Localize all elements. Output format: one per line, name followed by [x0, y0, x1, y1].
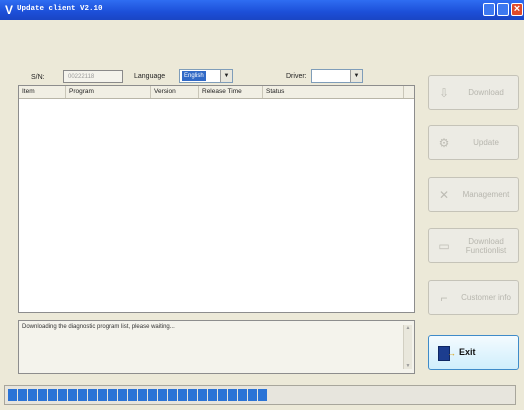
customer-info-button[interactable]: ⌐ Customer info: [428, 280, 519, 315]
column-program[interactable]: Program: [66, 86, 151, 98]
progress-block: [18, 389, 27, 401]
minimize-button[interactable]: [483, 3, 495, 16]
progress-block: [258, 389, 267, 401]
column-item[interactable]: Item: [19, 86, 66, 98]
progress-block: [228, 389, 237, 401]
driver-label: Driver:: [286, 73, 307, 80]
progress-block: [198, 389, 207, 401]
exit-label: Exit: [459, 347, 476, 357]
maximize-button[interactable]: [497, 3, 509, 16]
update-button[interactable]: ⚙ Update: [428, 125, 519, 160]
download-button[interactable]: ⇩ Download: [428, 75, 519, 110]
progress-block: [248, 389, 257, 401]
log-panel: Downloading the diagnostic program list,…: [18, 320, 415, 374]
log-message: Downloading the diagnostic program list,…: [22, 324, 175, 330]
management-button[interactable]: ✕ Management: [428, 177, 519, 212]
progress-block: [8, 389, 17, 401]
progress-block: [148, 389, 157, 401]
progress-block: [58, 389, 67, 401]
progress-block: [108, 389, 117, 401]
progress-block: [98, 389, 107, 401]
program-list[interactable]: Item Program Version Release Time Status: [18, 85, 415, 313]
progress-block: [118, 389, 127, 401]
update-gear-icon: ⚙: [438, 136, 450, 150]
download-label: Download: [468, 88, 504, 97]
function-list-icon: ▭: [438, 239, 450, 253]
chevron-down-icon[interactable]: ▼: [350, 70, 362, 82]
sn-label: S/N:: [31, 74, 45, 81]
progress-block: [178, 389, 187, 401]
customer-info-icon: ⌐: [440, 291, 448, 305]
progress-track: [8, 389, 432, 401]
chevron-down-icon[interactable]: ▼: [220, 70, 232, 82]
progress-block: [158, 389, 167, 401]
exit-arrow-icon: →: [447, 348, 456, 358]
customer-info-label: Customer info: [461, 293, 511, 302]
progress-block: [38, 389, 47, 401]
scroll-up-icon[interactable]: ▲: [404, 325, 412, 331]
exit-button[interactable]: → Exit: [428, 335, 519, 370]
column-version[interactable]: Version: [151, 86, 199, 98]
progress-block: [48, 389, 57, 401]
progress-block: [88, 389, 97, 401]
progress-block: [188, 389, 197, 401]
column-status[interactable]: Status: [263, 86, 404, 98]
language-select[interactable]: English ▼: [179, 69, 233, 83]
column-release-time[interactable]: Release Time: [199, 86, 263, 98]
download-functionlist-button[interactable]: ▭ Download Functionlist: [428, 228, 519, 263]
download-functionlist-label: Download Functionlist: [465, 236, 507, 255]
progress-block: [168, 389, 177, 401]
progress-block: [28, 389, 37, 401]
language-label: Language: [134, 73, 166, 80]
driver-select[interactable]: ▼: [311, 69, 363, 83]
update-label: Update: [473, 138, 499, 147]
log-scrollbar[interactable]: ▲ ▼: [403, 325, 412, 369]
progress-block: [128, 389, 137, 401]
app-logo-icon: V: [5, 3, 14, 17]
window-title: Update client V2.10: [17, 5, 103, 13]
progress-block: [138, 389, 147, 401]
progress-block: [218, 389, 227, 401]
scroll-down-icon[interactable]: ▼: [404, 363, 412, 369]
download-icon: ⇩: [438, 86, 450, 100]
language-value: English: [182, 71, 206, 81]
progress-bar: [4, 385, 516, 405]
progress-block: [208, 389, 217, 401]
management-tools-icon: ✕: [438, 188, 450, 202]
management-label: Management: [462, 190, 510, 199]
progress-block: [68, 389, 77, 401]
sn-field[interactable]: 00222118: [63, 70, 123, 83]
progress-block: [78, 389, 87, 401]
title-bar: V Update client V2.10 ×: [0, 0, 524, 20]
progress-block: [238, 389, 247, 401]
close-button[interactable]: ×: [511, 3, 523, 16]
list-header: Item Program Version Release Time Status: [19, 86, 414, 99]
